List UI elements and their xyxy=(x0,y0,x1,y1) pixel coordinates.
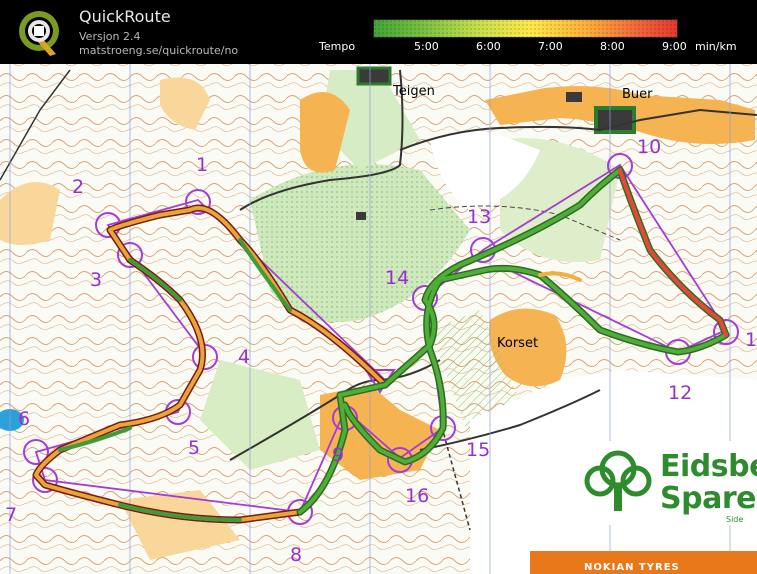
building-teigen xyxy=(356,66,392,86)
control-number: 5 xyxy=(188,437,201,459)
pace-gradient-graphic xyxy=(374,20,677,37)
control-number: 13 xyxy=(467,206,492,228)
sponsor-subtext: Side xyxy=(726,515,744,524)
control-number: 8 xyxy=(290,544,303,566)
control-number: 12 xyxy=(668,382,693,404)
quickroute-logo-icon xyxy=(19,11,59,56)
sponsor-name-line1: Eidsbe xyxy=(660,449,757,484)
building xyxy=(356,212,366,220)
pace-tick-label: 9:00 xyxy=(662,40,687,53)
tree-icon xyxy=(584,450,652,511)
nokian-banner: NOKIAN TYRES xyxy=(530,551,757,574)
pace-gradient-bar xyxy=(373,19,678,38)
control-number: 6 xyxy=(18,408,31,430)
sponsor-logo: Eidsbe Spareb Side xyxy=(578,441,757,525)
header-bar: QuickRoute Versjon 2.4 matstroeng.se/qui… xyxy=(0,0,757,64)
place-name-buer: Buer xyxy=(622,87,653,102)
control-number: 3 xyxy=(90,269,103,291)
control-number: 4 xyxy=(238,346,251,368)
pace-tick-label: 5:00 xyxy=(414,40,439,53)
control-number: 1 xyxy=(196,154,209,176)
place-name-teigen: Teigen xyxy=(393,84,435,99)
building xyxy=(566,92,582,102)
control-number: 2 xyxy=(72,176,85,198)
control-number: 15 xyxy=(466,439,491,461)
pace-unit-label: min/km xyxy=(695,40,737,53)
sponsor-name-line2: Spareb xyxy=(660,481,757,516)
orienteering-map[interactable]: Teigen Buer Korset 1 2 3 4 5 6 7 8 9 10 … xyxy=(0,64,757,574)
banner-text: NOKIAN TYRES xyxy=(584,562,680,573)
quickroute-window: QuickRoute Versjon 2.4 matstroeng.se/qui… xyxy=(0,0,757,574)
pace-tick-label: 7:00 xyxy=(538,40,563,53)
pace-tick-label: 8:00 xyxy=(600,40,625,53)
pace-tick-label: 6:00 xyxy=(476,40,501,53)
control-number: 7 xyxy=(5,504,18,526)
app-title: QuickRoute xyxy=(79,7,171,26)
app-version: Versjon 2.4 xyxy=(79,30,141,43)
place-name-korset: Korset xyxy=(497,336,539,351)
control-number: 11 xyxy=(745,329,757,351)
control-number: 14 xyxy=(385,267,410,289)
building-buer xyxy=(594,106,636,134)
control-number: 10 xyxy=(637,136,662,158)
control-number: 9 xyxy=(332,444,345,466)
pace-scale-label: Tempo xyxy=(319,40,356,53)
control-number: 16 xyxy=(405,485,430,507)
app-url: matstroeng.se/quickroute/no xyxy=(79,44,239,57)
